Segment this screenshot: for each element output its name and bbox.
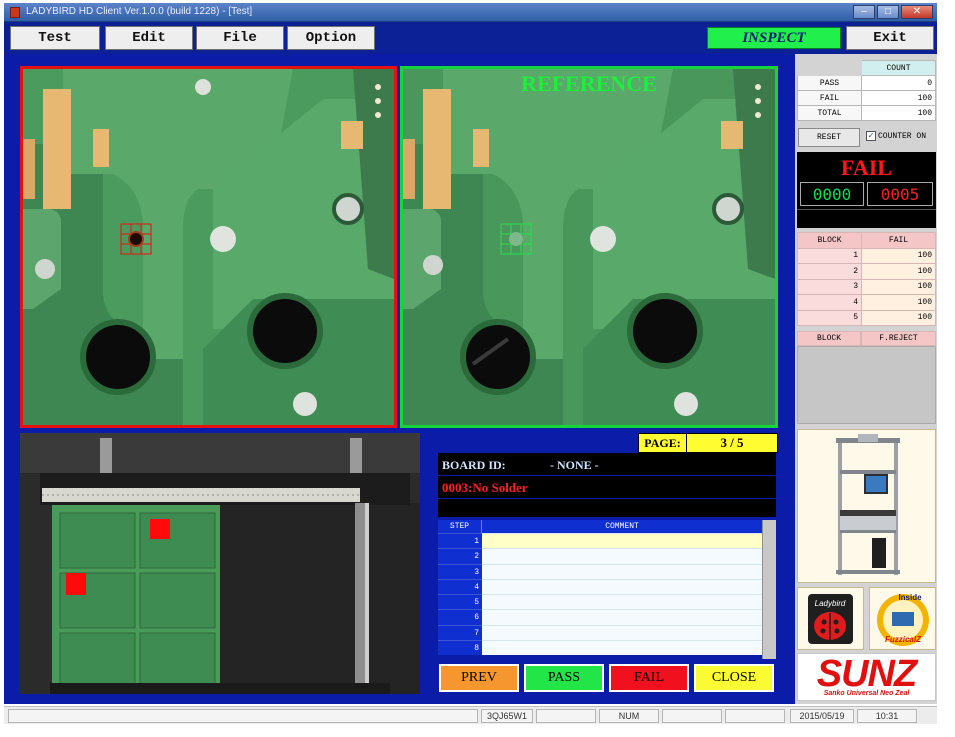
- block-column-header: BLOCK: [797, 232, 862, 249]
- svg-text:Ladybird: Ladybird: [815, 599, 846, 608]
- count-header: COUNT: [861, 60, 936, 76]
- svg-text:FuzzicalZ: FuzzicalZ: [885, 635, 922, 644]
- prev-button[interactable]: PREV: [439, 664, 519, 692]
- counter-on-toggle[interactable]: ✓ COUNTER ON: [866, 131, 926, 141]
- ladybird-logo: Ladybird: [797, 587, 864, 650]
- count-row-total: TOTAL 100: [797, 105, 936, 121]
- sunz-logo: SUNZ Sanko Universal Neo Zeal: [797, 653, 936, 701]
- maximize-button[interactable]: □: [877, 5, 899, 19]
- page-indicator: PAGE: 3 / 5: [638, 433, 778, 453]
- menu-bar: Test Edit File Option INSPECT Exit: [4, 22, 937, 54]
- counter-left: 0000: [800, 182, 864, 206]
- camera-fixture-graphic: [20, 433, 420, 694]
- reject-table-body[interactable]: [797, 346, 936, 424]
- svg-text:Inside: Inside: [898, 593, 922, 602]
- status-time: 10:31: [857, 709, 917, 723]
- status-date: 2015/05/19: [790, 709, 854, 723]
- sunz-logo-text: SUNZ: [816, 653, 917, 695]
- mode-indicator: INSPECT: [707, 27, 841, 49]
- status-empty-cell-3: [725, 709, 785, 723]
- counter-on-label: COUNTER ON: [878, 131, 927, 141]
- page-value: 3 / 5: [720, 435, 744, 450]
- table-row[interactable]: 7: [438, 624, 762, 641]
- status-message-cell: [8, 709, 478, 723]
- page-label: PAGE:: [639, 434, 687, 452]
- exit-button[interactable]: Exit: [846, 26, 934, 50]
- machine-image: [797, 429, 936, 583]
- window-controls: – □ ✕: [853, 5, 933, 19]
- reject-block-header: BLOCK: [797, 331, 861, 346]
- board-id-label: BOARD ID:: [442, 458, 506, 472]
- result-display: FAIL 0000 0005: [797, 152, 936, 228]
- reference-image[interactable]: REFERENCE: [400, 66, 778, 428]
- step-table-scrollbar[interactable]: [762, 520, 776, 659]
- reject-table-header: BLOCK F.REJECT: [797, 331, 936, 346]
- table-row[interactable]: 2: [438, 548, 762, 564]
- fuzzicalz-logo-graphic: Inside FuzzicalZ: [877, 593, 929, 646]
- step-comment-table[interactable]: STEP COMMENT 1 2 3 4 5 6 7 8: [438, 520, 762, 656]
- table-row[interactable]: 5: [438, 594, 762, 610]
- empty-info-row: [438, 499, 776, 517]
- board-id-row: BOARD ID: - NONE -: [438, 453, 776, 475]
- status-empty-cell: [536, 709, 596, 723]
- comment-column-header: COMMENT: [482, 520, 762, 533]
- reject-freject-header: F.REJECT: [861, 331, 936, 346]
- counter-on-checkbox[interactable]: ✓: [866, 131, 876, 141]
- window-title: LADYBIRD HD Client Ver.1.0.0 (build 1228…: [26, 6, 253, 17]
- table-row: 3 100: [797, 278, 936, 295]
- step-column-header: STEP: [438, 520, 482, 533]
- count-table: COUNT PASS 0 FAIL 100 TOTAL 100: [797, 60, 936, 121]
- table-row: 5 100: [797, 309, 936, 326]
- menu-option-button[interactable]: Option: [287, 26, 375, 50]
- result-status: FAIL: [841, 155, 892, 180]
- pcb-reference-graphic: [403, 69, 775, 425]
- table-row: 2 100: [797, 263, 936, 280]
- inspection-image[interactable]: [20, 66, 397, 428]
- status-code: 3QJ65W1: [481, 709, 533, 723]
- pass-button[interactable]: PASS: [524, 664, 604, 692]
- table-row[interactable]: 1: [438, 533, 762, 549]
- reset-button[interactable]: RESET: [798, 128, 860, 147]
- board-id-value: - NONE -: [550, 458, 599, 472]
- camera-overview-image[interactable]: [20, 433, 420, 694]
- menu-file-button[interactable]: File: [196, 26, 284, 50]
- result-divider: [797, 209, 936, 210]
- sunz-tagline: Sanko Universal Neo Zeal: [823, 690, 910, 697]
- close-window-button[interactable]: ✕: [901, 5, 933, 19]
- step-table-header: STEP COMMENT: [438, 520, 762, 533]
- status-empty-cell-2: [662, 709, 722, 723]
- title-bar: LADYBIRD HD Client Ver.1.0.0 (build 1228…: [4, 3, 937, 22]
- menu-test-button[interactable]: Test: [10, 26, 100, 50]
- app-window: LADYBIRD HD Client Ver.1.0.0 (build 1228…: [0, 0, 955, 737]
- fail-column-header: FAIL: [861, 232, 936, 249]
- app-icon: [10, 7, 20, 18]
- ladybird-logo-graphic: Ladybird: [808, 594, 853, 644]
- block-fail-table: BLOCK FAIL 1 100 2 100 3 100 4 100 5 100: [797, 232, 936, 326]
- table-row[interactable]: 3: [438, 563, 762, 579]
- pcb-inspection-graphic: [23, 69, 394, 425]
- counter-right: 0005: [867, 182, 933, 206]
- machine-graphic: [836, 434, 900, 575]
- status-bar: 3QJ65W1 NUM 2015/05/19 10:31: [4, 706, 937, 724]
- fuzzicalz-logo: Inside FuzzicalZ: [869, 587, 936, 650]
- status-num-lock: NUM: [599, 709, 659, 723]
- table-row: 4 100: [797, 294, 936, 311]
- count-row-fail: FAIL 100: [797, 90, 936, 106]
- table-row[interactable]: 8: [438, 640, 762, 656]
- count-row-pass: PASS 0: [797, 75, 936, 91]
- fail-button[interactable]: FAIL: [609, 664, 689, 692]
- table-row: 1 100: [797, 247, 936, 264]
- defect-description: 0003:No Solder: [438, 476, 776, 498]
- reference-label: REFERENCE: [521, 71, 657, 96]
- minimize-button[interactable]: –: [853, 5, 875, 19]
- table-row[interactable]: 4: [438, 578, 762, 595]
- menu-edit-button[interactable]: Edit: [105, 26, 193, 50]
- table-row[interactable]: 6: [438, 609, 762, 625]
- close-button[interactable]: CLOSE: [694, 664, 774, 692]
